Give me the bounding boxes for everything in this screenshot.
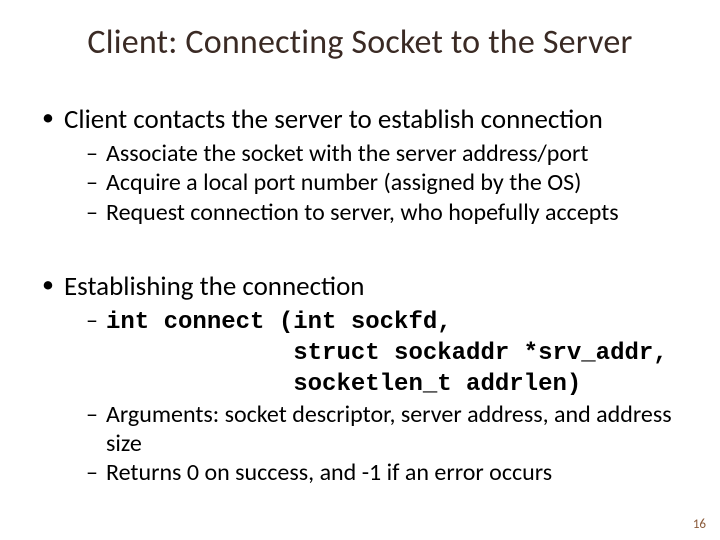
code-snippet: int connect (int sockfd, struct sockaddr…: [106, 309, 668, 399]
bullet-1-heading: Client contacts the server to establish …: [42, 104, 678, 135]
bullet-1-sub-3: Request connection to server, who hopefu…: [86, 198, 678, 227]
bullet-2-heading: Establishing the connection: [42, 271, 678, 302]
page-number: 16: [693, 517, 706, 532]
bullet-1-sub-2: Acquire a local port number (assigned by…: [86, 168, 678, 197]
bullet-2-sub-code: int connect (int sockfd, struct sockaddr…: [86, 306, 678, 400]
bullet-2-sub-3: Returns 0 on success, and -1 if an error…: [86, 458, 678, 487]
spacer: [42, 231, 678, 271]
slide: Client: Connecting Socket to the Server …: [0, 0, 720, 540]
bullet-2-subitems: int connect (int sockfd, struct sockaddr…: [86, 306, 678, 488]
slide-title: Client: Connecting Socket to the Server: [0, 22, 720, 63]
bullet-1-sub-1: Associate the socket with the server add…: [86, 139, 678, 168]
bullet-2-sub-2: Arguments: socket descriptor, server add…: [86, 400, 678, 459]
slide-body: Client contacts the server to establish …: [42, 104, 678, 491]
bullet-1-subitems: Associate the socket with the server add…: [86, 139, 678, 227]
